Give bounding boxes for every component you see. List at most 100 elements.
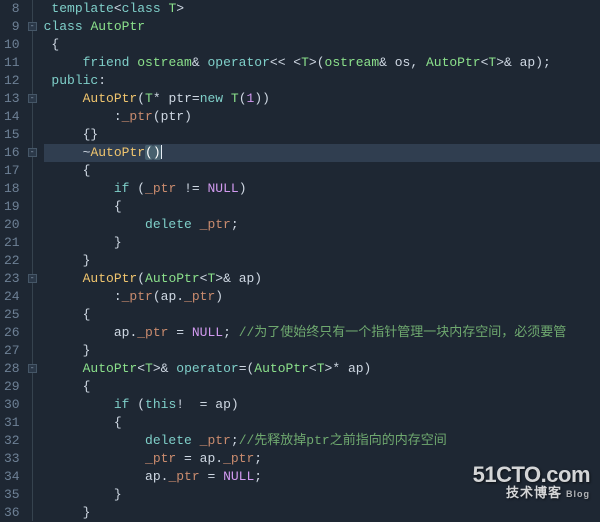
code-area[interactable]: template<class T>class AutoPtr { friend … bbox=[38, 0, 600, 521]
token: << < bbox=[270, 55, 301, 70]
code-line[interactable]: template<class T> bbox=[44, 0, 600, 18]
token: = bbox=[184, 397, 215, 412]
token: ap bbox=[114, 325, 130, 340]
token: ap bbox=[145, 469, 161, 484]
token: ap bbox=[520, 55, 536, 70]
code-line[interactable]: AutoPtr<T>& operator=(AutoPtr<T>* ap) bbox=[44, 360, 600, 378]
token: & bbox=[379, 55, 395, 70]
token: ) bbox=[184, 109, 192, 124]
fold-toggle-icon[interactable]: - bbox=[28, 94, 37, 103]
fold-toggle-icon[interactable]: - bbox=[28, 148, 37, 157]
code-editor[interactable]: 8910111213141516171819202122232425262728… bbox=[0, 0, 600, 521]
token: { bbox=[44, 199, 122, 214]
token: ptr bbox=[168, 91, 191, 106]
token: AutoPtr bbox=[90, 145, 145, 160]
fold-toggle-icon[interactable]: - bbox=[28, 274, 37, 283]
token: ; bbox=[254, 451, 262, 466]
token bbox=[44, 271, 83, 286]
token bbox=[192, 217, 200, 232]
code-line[interactable]: ap._ptr = NULL; bbox=[44, 468, 600, 486]
code-line[interactable]: delete _ptr;//先释放掉ptr之前指向的内存空间 bbox=[44, 432, 600, 450]
code-line[interactable]: {} bbox=[44, 126, 600, 144]
code-line[interactable]: } bbox=[44, 504, 600, 521]
token: AutoPtr bbox=[254, 361, 309, 376]
line-number: 15 bbox=[4, 126, 20, 144]
token: T bbox=[231, 91, 239, 106]
code-line[interactable]: } bbox=[44, 234, 600, 252]
token: ( bbox=[153, 109, 161, 124]
token: * bbox=[153, 91, 169, 106]
token bbox=[44, 91, 83, 106]
token: ) bbox=[254, 271, 262, 286]
code-line[interactable]: } bbox=[44, 342, 600, 360]
code-line[interactable]: { bbox=[44, 198, 600, 216]
token: { bbox=[44, 163, 91, 178]
token: ostream bbox=[137, 55, 192, 70]
token: =( bbox=[239, 361, 255, 376]
token: NULL bbox=[192, 325, 223, 340]
token bbox=[44, 397, 114, 412]
code-line[interactable]: { bbox=[44, 162, 600, 180]
code-line[interactable]: AutoPtr(AutoPtr<T>& ap) bbox=[44, 270, 600, 288]
token: ( bbox=[153, 289, 161, 304]
token: ap bbox=[161, 289, 177, 304]
token bbox=[44, 217, 145, 232]
fold-toggle-icon[interactable]: - bbox=[28, 364, 37, 373]
code-line[interactable]: } bbox=[44, 486, 600, 504]
token: public bbox=[51, 73, 98, 88]
token: >( bbox=[309, 55, 325, 70]
code-line[interactable]: { bbox=[44, 36, 600, 54]
code-line[interactable]: :_ptr(ap._ptr) bbox=[44, 288, 600, 306]
code-line[interactable]: friend ostream& operator<< <T>(ostream& … bbox=[44, 54, 600, 72]
code-line[interactable]: delete _ptr; bbox=[44, 216, 600, 234]
code-line[interactable]: if (_ptr != NULL) bbox=[44, 180, 600, 198]
token: AutoPtr bbox=[83, 361, 138, 376]
line-number: 11 bbox=[4, 54, 20, 72]
code-line[interactable]: { bbox=[44, 378, 600, 396]
token: AutoPtr bbox=[83, 271, 138, 286]
text-cursor bbox=[161, 145, 162, 159]
token: ap bbox=[200, 451, 216, 466]
code-line[interactable]: } bbox=[44, 252, 600, 270]
token: ! bbox=[176, 397, 184, 412]
token: _ptr bbox=[200, 433, 231, 448]
token: ) bbox=[239, 181, 247, 196]
code-line[interactable]: ap._ptr = NULL; //为了使始终只有一个指针管理一块内存空间，必须… bbox=[44, 324, 600, 342]
token: : bbox=[98, 73, 106, 88]
token: > bbox=[176, 1, 184, 16]
line-number: 22 bbox=[4, 252, 20, 270]
token: _ptr bbox=[168, 469, 199, 484]
token: } bbox=[44, 487, 122, 502]
code-line[interactable]: :_ptr(ptr) bbox=[44, 108, 600, 126]
code-line[interactable]: class AutoPtr bbox=[44, 18, 600, 36]
line-number: 18 bbox=[4, 180, 20, 198]
token bbox=[223, 91, 231, 106]
line-number: 21 bbox=[4, 234, 20, 252]
token: ; bbox=[223, 325, 239, 340]
code-line[interactable]: public: bbox=[44, 72, 600, 90]
token: _ptr bbox=[122, 289, 153, 304]
token: { bbox=[44, 37, 60, 52]
code-line[interactable]: { bbox=[44, 414, 600, 432]
code-line[interactable]: if (this! = ap) bbox=[44, 396, 600, 414]
line-number: 25 bbox=[4, 306, 20, 324]
fold-column[interactable]: - - - - - bbox=[28, 0, 38, 521]
token: ; bbox=[231, 217, 239, 232]
token: ( bbox=[145, 145, 153, 160]
token: ostream bbox=[325, 55, 380, 70]
code-line[interactable]: ~AutoPtr() bbox=[44, 144, 600, 162]
token: _ptr bbox=[122, 109, 153, 124]
code-line[interactable]: AutoPtr(T* ptr=new T(1)) bbox=[44, 90, 600, 108]
token bbox=[44, 433, 145, 448]
token: friend bbox=[83, 55, 130, 70]
code-line[interactable]: { bbox=[44, 306, 600, 324]
token: = bbox=[200, 469, 223, 484]
token: = bbox=[168, 325, 191, 340]
token: } bbox=[44, 235, 122, 250]
token: _ptr bbox=[200, 217, 231, 232]
token: class bbox=[44, 19, 83, 34]
fold-toggle-icon[interactable]: - bbox=[28, 22, 37, 31]
token: >* bbox=[325, 361, 348, 376]
token: template bbox=[51, 1, 113, 16]
code-line[interactable]: _ptr = ap._ptr; bbox=[44, 450, 600, 468]
